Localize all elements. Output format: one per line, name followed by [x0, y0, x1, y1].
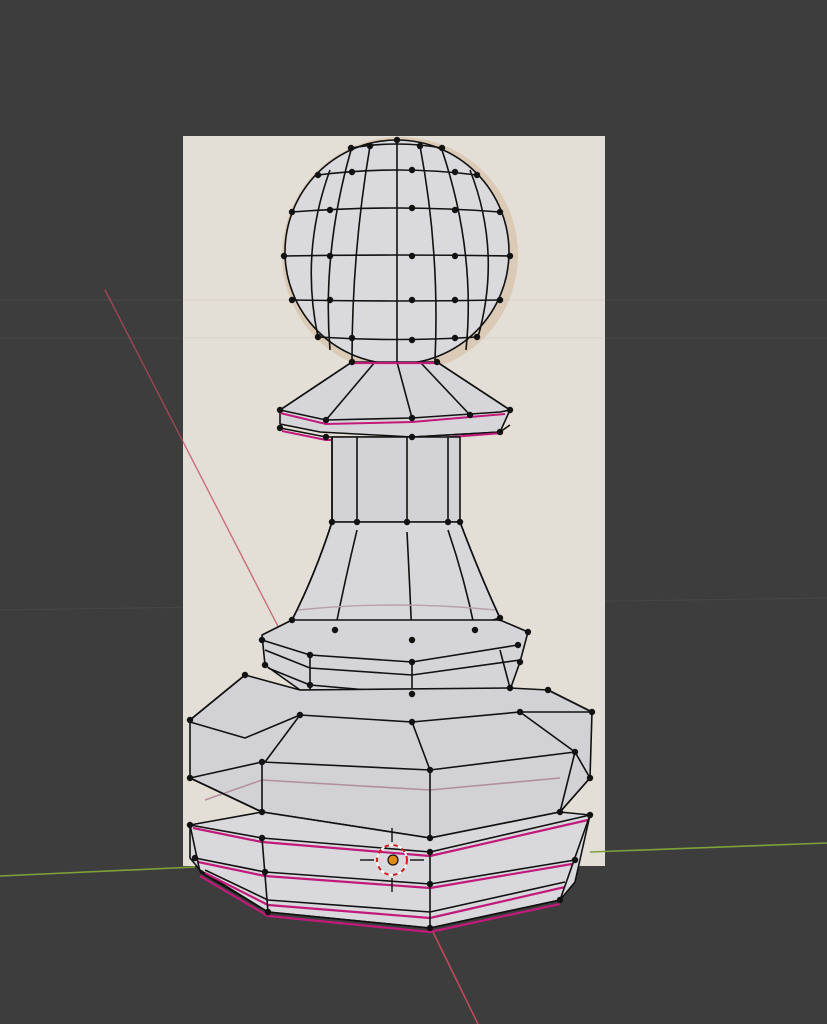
mesh-vertex[interactable]	[426, 924, 434, 932]
mesh-vertex[interactable]	[261, 868, 269, 876]
mesh-vertex[interactable]	[348, 358, 356, 366]
mesh-vertex[interactable]	[258, 834, 266, 842]
mesh-vertex[interactable]	[556, 896, 564, 904]
mesh-vertex[interactable]	[408, 204, 416, 212]
mesh-vertex[interactable]	[588, 708, 596, 716]
mesh-vertex[interactable]	[556, 808, 564, 816]
mesh-vertex[interactable]	[444, 518, 452, 526]
mesh-vertex[interactable]	[264, 908, 272, 916]
mesh-vertex[interactable]	[426, 766, 434, 774]
mesh-vertex[interactable]	[186, 821, 194, 829]
3d-viewport[interactable]	[0, 0, 827, 1024]
mesh-vertex[interactable]	[322, 433, 330, 441]
mesh-vertex[interactable]	[506, 406, 514, 414]
mesh-vertex[interactable]	[258, 636, 266, 644]
mesh-vertex[interactable]	[496, 428, 504, 436]
mesh-vertex[interactable]	[306, 681, 314, 689]
mesh-vertex[interactable]	[514, 641, 522, 649]
mesh-vertex[interactable]	[451, 206, 459, 214]
mesh-vertex[interactable]	[288, 616, 296, 624]
mesh-vertex[interactable]	[276, 424, 284, 432]
upper-ring	[261, 619, 529, 691]
mesh-vertex[interactable]	[326, 252, 334, 260]
mesh-vertex[interactable]	[258, 758, 266, 766]
mesh-vertex[interactable]	[451, 252, 459, 260]
mesh-vertex[interactable]	[451, 168, 459, 176]
mesh-vertex[interactable]	[408, 296, 416, 304]
neck-body	[331, 436, 461, 523]
mesh-vertex[interactable]	[408, 433, 416, 441]
mesh-vertex[interactable]	[280, 252, 288, 260]
mesh-vertex[interactable]	[186, 716, 194, 724]
mesh-vertex[interactable]	[571, 856, 579, 864]
object-origin-icon[interactable]	[387, 854, 399, 866]
viewport-canvas[interactable]	[0, 0, 827, 1024]
mesh-vertex[interactable]	[347, 144, 355, 152]
mesh-vertex[interactable]	[348, 334, 356, 342]
mesh-vertex[interactable]	[416, 142, 424, 150]
mesh-vertex[interactable]	[348, 168, 356, 176]
mesh-vertex[interactable]	[496, 208, 504, 216]
mesh-vertex[interactable]	[471, 626, 479, 634]
mesh-vertex[interactable]	[366, 142, 374, 150]
mesh-vertex[interactable]	[433, 358, 441, 366]
mesh-vertex[interactable]	[408, 690, 416, 698]
mesh-vertex[interactable]	[288, 208, 296, 216]
mesh-vertex[interactable]	[328, 518, 336, 526]
mesh-vertex[interactable]	[496, 614, 504, 622]
mesh-vertex[interactable]	[473, 171, 481, 179]
mesh-vertex[interactable]	[322, 416, 330, 424]
mesh-vertex[interactable]	[426, 848, 434, 856]
mesh-vertex[interactable]	[516, 708, 524, 716]
mesh-vertex[interactable]	[451, 334, 459, 342]
mesh-vertex[interactable]	[296, 711, 304, 719]
y-axis-line-right	[589, 842, 827, 853]
mesh-vertex[interactable]	[408, 252, 416, 260]
mesh-vertex[interactable]	[261, 661, 269, 669]
mesh-vertex[interactable]	[326, 206, 334, 214]
mesh-vertex[interactable]	[408, 414, 416, 422]
mesh-vertex[interactable]	[186, 774, 194, 782]
mesh-vertex[interactable]	[353, 518, 361, 526]
mesh-vertex[interactable]	[496, 296, 504, 304]
mesh-vertex[interactable]	[258, 808, 266, 816]
mesh-vertex[interactable]	[314, 333, 322, 341]
mesh-vertex[interactable]	[408, 718, 416, 726]
mesh-vertex[interactable]	[524, 628, 532, 636]
mesh-vertex[interactable]	[466, 411, 474, 419]
mesh-vertex[interactable]	[571, 748, 579, 756]
mesh-vertex[interactable]	[393, 136, 401, 144]
mesh-vertex[interactable]	[191, 854, 199, 862]
mesh-vertex[interactable]	[506, 252, 514, 260]
mesh-vertex[interactable]	[451, 296, 459, 304]
mesh-vertex[interactable]	[586, 774, 594, 782]
y-axis-line	[0, 866, 196, 877]
x-axis-line-lower	[431, 929, 479, 1024]
mesh-vertex[interactable]	[241, 671, 249, 679]
mesh-vertex[interactable]	[506, 684, 514, 692]
mesh-vertex[interactable]	[438, 144, 446, 152]
mesh-vertex[interactable]	[276, 406, 284, 414]
mesh-vertex[interactable]	[516, 658, 524, 666]
mesh-vertex[interactable]	[403, 518, 411, 526]
mesh-vertex[interactable]	[408, 336, 416, 344]
mesh-vertex[interactable]	[544, 686, 552, 694]
mesh-vertex[interactable]	[306, 651, 314, 659]
mesh-vertex[interactable]	[586, 811, 594, 819]
mesh-vertex[interactable]	[456, 518, 464, 526]
mesh-vertex[interactable]	[314, 171, 322, 179]
mesh-vertex[interactable]	[408, 658, 416, 666]
mesh-vertex[interactable]	[473, 333, 481, 341]
mesh-vertex[interactable]	[288, 296, 296, 304]
mesh-vertex[interactable]	[408, 166, 416, 174]
mesh-vertex[interactable]	[331, 626, 339, 634]
mesh-vertex[interactable]	[426, 880, 434, 888]
mesh-vertex[interactable]	[326, 296, 334, 304]
mesh-vertex[interactable]	[426, 834, 434, 842]
mesh-vertex[interactable]	[408, 636, 416, 644]
